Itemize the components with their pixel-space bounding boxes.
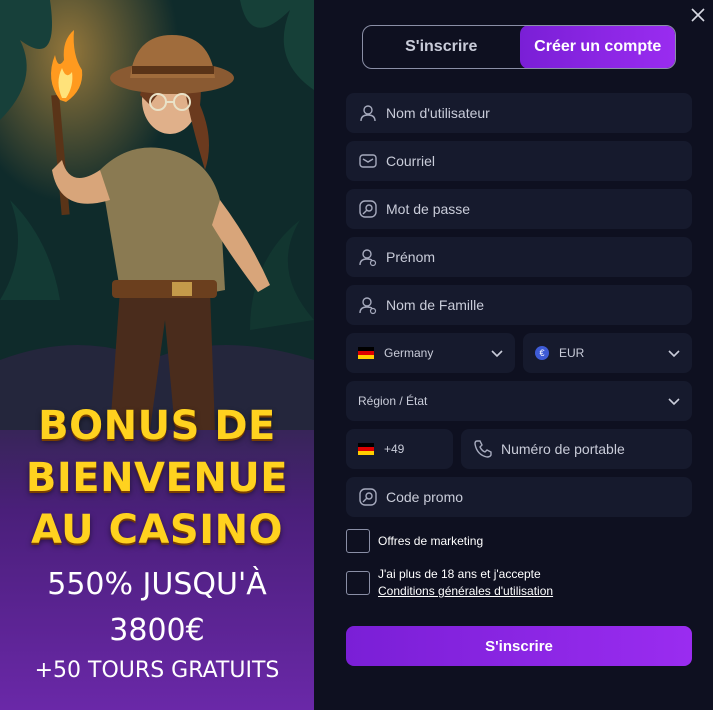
tag-icon [359,488,377,506]
password-placeholder: Mot de passe [386,201,471,217]
chevron-down-icon [668,398,680,406]
explorer-illustration [0,0,314,430]
close-icon[interactable] [689,6,707,24]
region-select[interactable]: Région / État [346,381,692,421]
currency-select[interactable]: € EUR [523,333,692,373]
germany-flag-icon [358,347,374,359]
germany-flag-icon [358,443,374,455]
first-name-placeholder: Prénom [386,249,436,265]
marketing-checkbox[interactable] [346,529,370,553]
euro-icon: € [535,346,549,360]
email-placeholder: Courriel [386,153,436,169]
age-terms-label: J'ai plus de 18 ans et j'accepte [378,567,541,581]
user-icon [360,105,376,122]
marketing-label: Offres de marketing [378,534,484,548]
promo-code-placeholder: Code promo [386,489,464,505]
chevron-down-icon [668,350,680,358]
username-field[interactable]: Nom d'utilisateur [346,93,692,133]
tab-signin[interactable]: S'inscrire [363,26,520,68]
terms-link[interactable]: Conditions générales d'utilisation [378,583,553,600]
last-name-field[interactable]: Nom de Famille [346,285,692,325]
user-icon [359,249,377,267]
promo-offer-line1: 550% JUSQU'À [47,567,267,602]
promo-title-line3: AU CASINO [30,507,284,553]
auth-tabs: S'inscrire Créer un compte [362,25,676,69]
user-icon [359,297,377,315]
promo-title-line1: BONUS DE [38,403,276,449]
email-field[interactable]: Courriel [346,141,692,181]
phone-field[interactable]: Numéro de portable [461,429,692,469]
country-select[interactable]: Germany [346,333,515,373]
phone-placeholder: Numéro de portable [501,441,625,457]
promo-offer-line2: 3800€ [109,613,205,648]
promo-offer-line3: +50 TOURS GRATUITS [34,658,280,683]
username-placeholder: Nom d'utilisateur [386,105,490,121]
terms-option: J'ai plus de 18 ans et j'accepte Conditi… [346,566,553,600]
last-name-placeholder: Nom de Famille [386,297,485,313]
promo-banner: BONUS DE BIENVENUE AU CASINO 550% JUSQU'… [0,0,314,710]
marketing-option: Offres de marketing [346,529,483,553]
terms-checkbox[interactable] [346,571,370,595]
currency-value: EUR [559,346,585,360]
password-field[interactable]: Mot de passe [346,189,692,229]
tab-register[interactable]: Créer un compte [519,26,675,68]
register-button[interactable]: S'inscrire [346,626,692,666]
country-value: Germany [384,346,434,360]
mail-icon [359,154,377,168]
promo-title-line2: BIENVENUE [25,455,289,501]
chevron-down-icon [491,350,503,358]
phone-code-select[interactable]: +49 [346,429,453,469]
promo-code-field[interactable]: Code promo [346,477,692,517]
phone-icon [474,440,492,458]
first-name-field[interactable]: Prénom [346,237,692,277]
registration-form: S'inscrire Créer un compte Nom d'utilisa… [314,0,713,710]
lock-icon [359,200,377,218]
phone-code-value: +49 [384,442,405,456]
region-placeholder: Région / État [358,394,428,408]
